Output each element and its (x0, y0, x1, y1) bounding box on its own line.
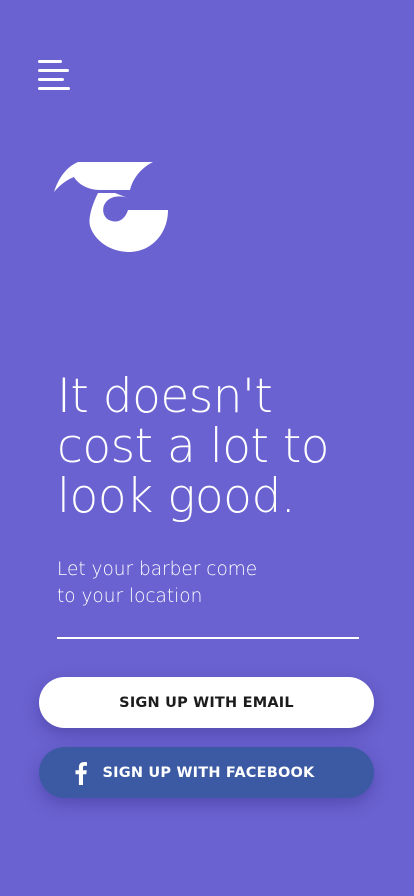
headline-line: It doesn't (57, 369, 273, 424)
brand-logo-icon (54, 162, 168, 252)
signup-email-label: SIGN UP WITH EMAIL (119, 694, 294, 711)
headline-line: look good. (57, 469, 296, 524)
hamburger-menu-icon (38, 60, 70, 92)
signup-facebook-button[interactable]: SIGN UP WITH FACEBOOK (39, 747, 374, 798)
subtitle-line: Let your barber come (57, 559, 258, 580)
hero-headline: It doesn't cost a lot to look good. (57, 372, 387, 522)
headline-line: cost a lot to (57, 419, 330, 474)
signup-facebook-label: SIGN UP WITH FACEBOOK (102, 764, 315, 781)
menu-button[interactable] (38, 60, 70, 92)
signup-email-button[interactable]: SIGN UP WITH EMAIL (39, 677, 374, 728)
hero-subtitle: Let your barber come to your location (57, 556, 317, 610)
facebook-f-icon (75, 761, 87, 785)
subtitle-line: to your location (57, 586, 203, 607)
divider (57, 637, 359, 639)
